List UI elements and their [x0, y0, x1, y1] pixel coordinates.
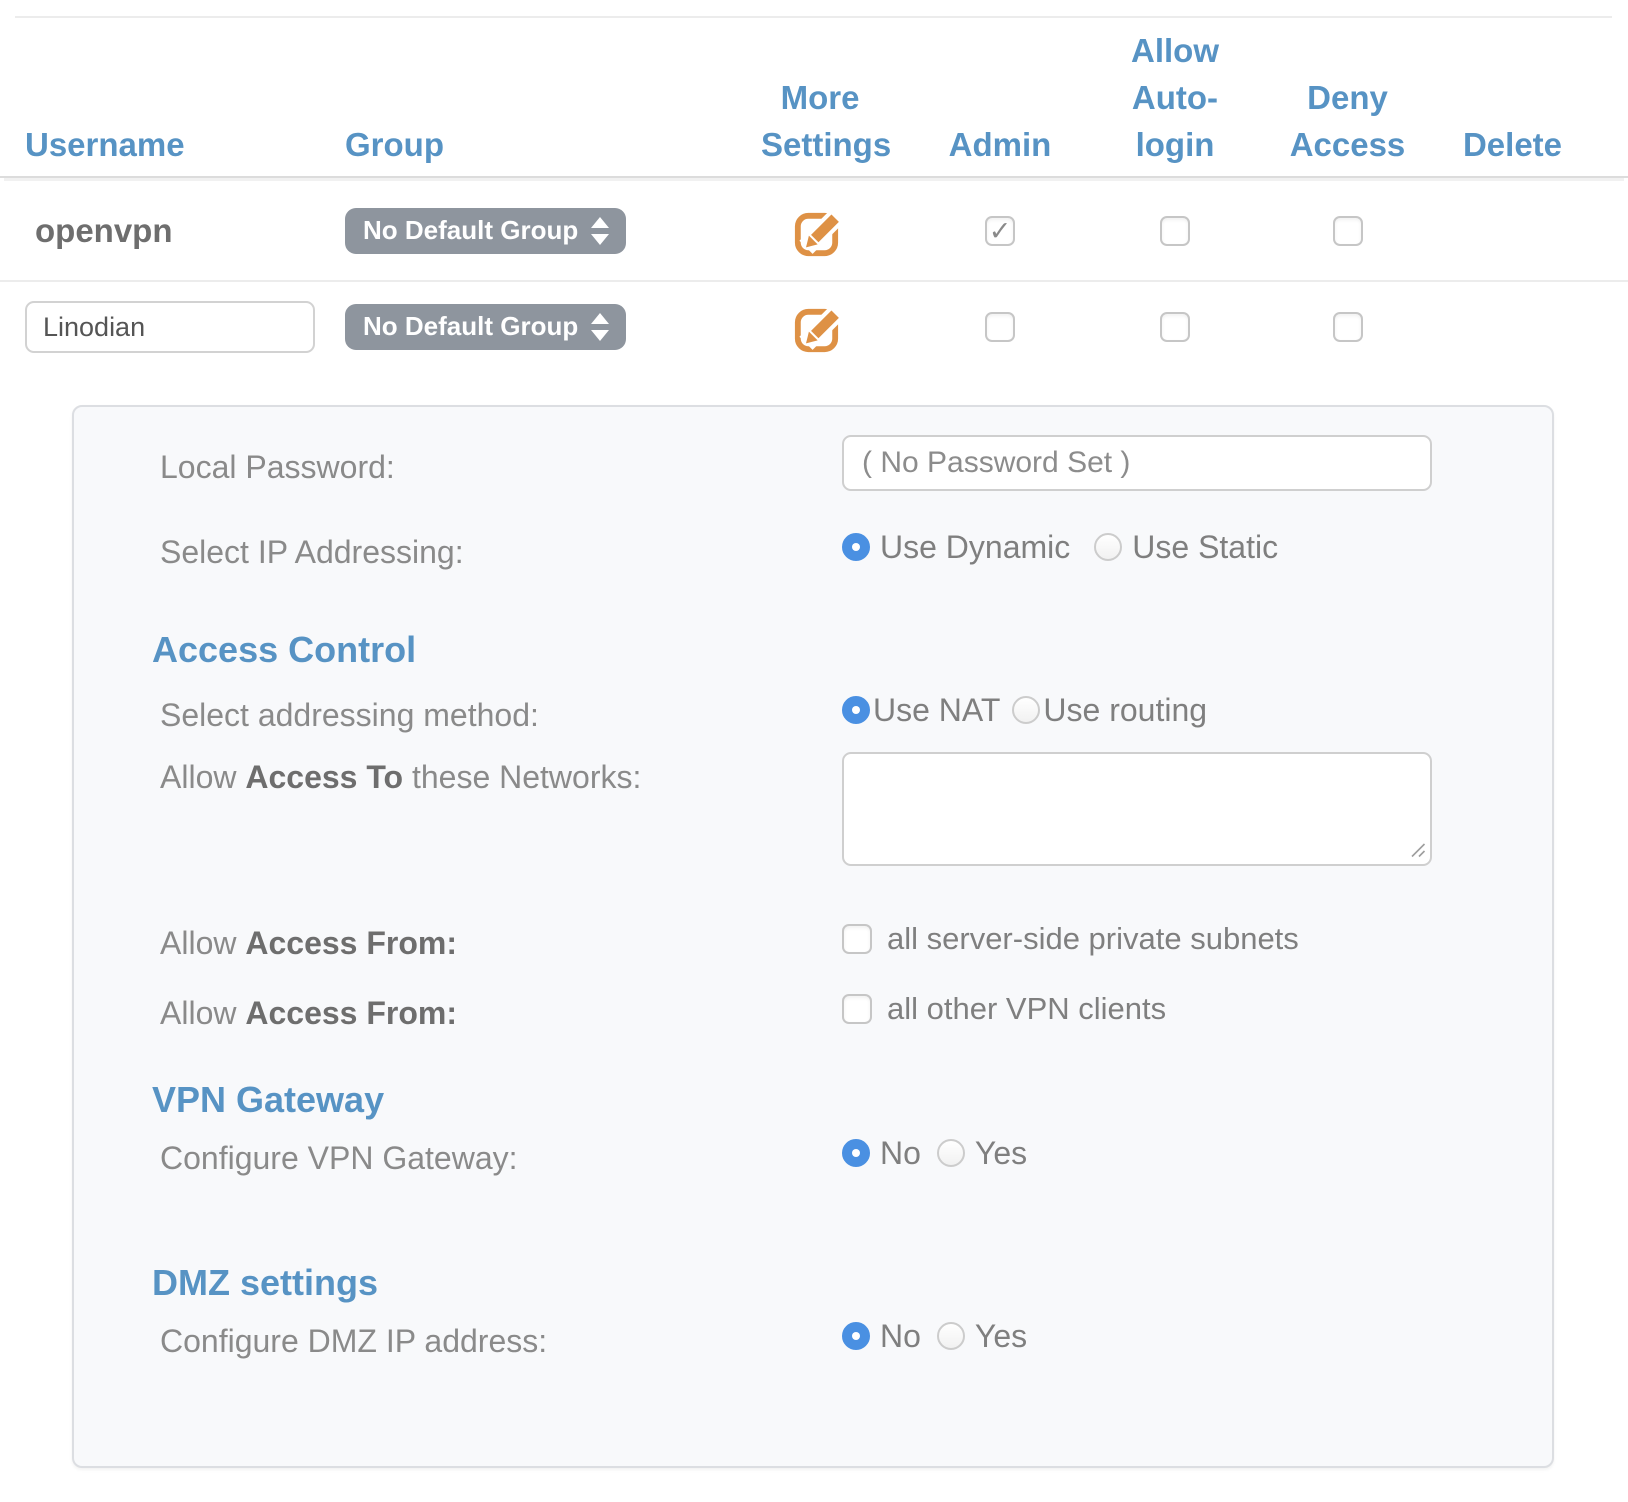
group-select-label: No Default Group — [363, 311, 578, 342]
dmz-options: No Yes — [842, 1314, 1027, 1358]
use-dynamic-radio[interactable] — [842, 533, 870, 561]
group-cell: No Default Group — [345, 304, 730, 350]
top-divider — [15, 16, 1612, 18]
use-routing-radio[interactable] — [1012, 696, 1040, 724]
admin-cell: ✓ — [910, 216, 1090, 246]
header-admin: Admin — [910, 122, 1090, 169]
updown-arrows-icon — [590, 216, 610, 246]
use-dynamic-label: Use Dynamic — [880, 529, 1070, 566]
access-from-field: ✓ all server-side private subnets — [842, 919, 1299, 959]
vpn-gateway-options: No Yes — [842, 1131, 1027, 1175]
admin-checkbox[interactable]: ✓ — [985, 216, 1015, 246]
header-username: Username — [25, 122, 345, 169]
vpn-gateway-no-label: No — [880, 1135, 921, 1172]
user-row-openvpn: openvpn No Default Group ✓ — [0, 182, 1628, 282]
more-settings-cell — [730, 203, 910, 259]
username-cell — [25, 301, 345, 353]
deny-cell: ✓ — [1260, 312, 1435, 342]
username-text: openvpn — [25, 212, 173, 249]
dmz-no-radio[interactable] — [842, 1322, 870, 1350]
edit-icon — [792, 299, 848, 355]
updown-arrows-icon — [590, 312, 610, 342]
access-control-heading: Access Control — [152, 629, 416, 671]
access-from-label: Allow Access From: — [160, 995, 457, 1032]
autologin-checkbox[interactable]: ✓ — [1160, 312, 1190, 342]
configure-dmz-label: Configure DMZ IP address: — [160, 1323, 547, 1360]
user-row-new: No Default Group ✓ ✓ — [0, 284, 1628, 370]
use-static-label: Use Static — [1132, 529, 1278, 566]
dmz-yes-radio[interactable] — [937, 1322, 965, 1350]
use-nat-radio[interactable] — [842, 696, 870, 724]
header-deny-access: Deny Access — [1260, 75, 1435, 169]
configure-vpn-gateway-label: Configure VPN Gateway: — [160, 1140, 518, 1177]
table-header-row: Username Group More Settings Admin Allow… — [0, 28, 1628, 178]
edit-icon — [792, 203, 848, 259]
autologin-cell: ✓ — [1090, 312, 1260, 342]
autologin-checkbox[interactable]: ✓ — [1160, 216, 1190, 246]
check-icon: ✓ — [989, 218, 1012, 244]
deny-checkbox[interactable]: ✓ — [1333, 312, 1363, 342]
vpn-gateway-heading: VPN Gateway — [152, 1079, 384, 1121]
ip-addressing-label: Select IP Addressing: — [160, 534, 464, 571]
dmz-settings-heading: DMZ settings — [152, 1262, 378, 1304]
access-from-field: ✓ all other VPN clients — [842, 989, 1166, 1029]
admin-cell: ✓ — [910, 312, 1090, 342]
group-select[interactable]: No Default Group — [345, 304, 626, 350]
header-more-settings: More Settings — [730, 75, 910, 169]
vpn-clients-checkbox[interactable]: ✓ — [842, 994, 872, 1024]
use-nat-label: Use NAT — [873, 692, 1000, 729]
header-group: Group — [345, 122, 730, 169]
vpn-gateway-no-radio[interactable] — [842, 1139, 870, 1167]
admin-checkbox[interactable]: ✓ — [985, 312, 1015, 342]
header-delete: Delete — [1435, 122, 1590, 169]
access-to-label: Allow Access To these Networks: — [160, 759, 641, 796]
access-from-label: Allow Access From: — [160, 925, 457, 962]
deny-checkbox[interactable]: ✓ — [1333, 216, 1363, 246]
settings-panel: Local Password: Select IP Addressing: Us… — [72, 405, 1554, 1468]
ip-addressing-options: Use Dynamic Use Static — [842, 525, 1278, 569]
vpn-clients-label: all other VPN clients — [887, 991, 1166, 1027]
access-to-field — [842, 752, 1432, 866]
server-subnets-label: all server-side private subnets — [887, 921, 1299, 957]
more-settings-cell — [730, 299, 910, 355]
access-to-textarea[interactable] — [842, 752, 1432, 866]
more-settings-button[interactable] — [792, 299, 848, 355]
group-select-label: No Default Group — [363, 215, 578, 246]
group-cell: No Default Group — [345, 208, 730, 254]
dmz-yes-label: Yes — [975, 1318, 1027, 1355]
autologin-cell: ✓ — [1090, 216, 1260, 246]
deny-cell: ✓ — [1260, 216, 1435, 246]
local-password-input[interactable] — [842, 435, 1432, 491]
vpn-gateway-yes-label: Yes — [975, 1135, 1027, 1172]
addressing-method-label: Select addressing method: — [160, 697, 539, 734]
addressing-method-options: Use NAT Use routing — [842, 688, 1207, 732]
local-password-label: Local Password: — [160, 449, 395, 486]
username-cell: openvpn — [25, 212, 345, 250]
more-settings-button[interactable] — [792, 203, 848, 259]
user-permissions-screen: Username Group More Settings Admin Allow… — [0, 0, 1628, 1502]
server-subnets-checkbox[interactable]: ✓ — [842, 924, 872, 954]
use-static-radio[interactable] — [1094, 533, 1122, 561]
use-routing-label: Use routing — [1043, 692, 1207, 729]
vpn-gateway-yes-radio[interactable] — [937, 1139, 965, 1167]
header-allow-autologin: Allow Auto-login — [1090, 28, 1260, 169]
group-select[interactable]: No Default Group — [345, 208, 626, 254]
dmz-no-label: No — [880, 1318, 921, 1355]
username-input[interactable] — [25, 301, 315, 353]
